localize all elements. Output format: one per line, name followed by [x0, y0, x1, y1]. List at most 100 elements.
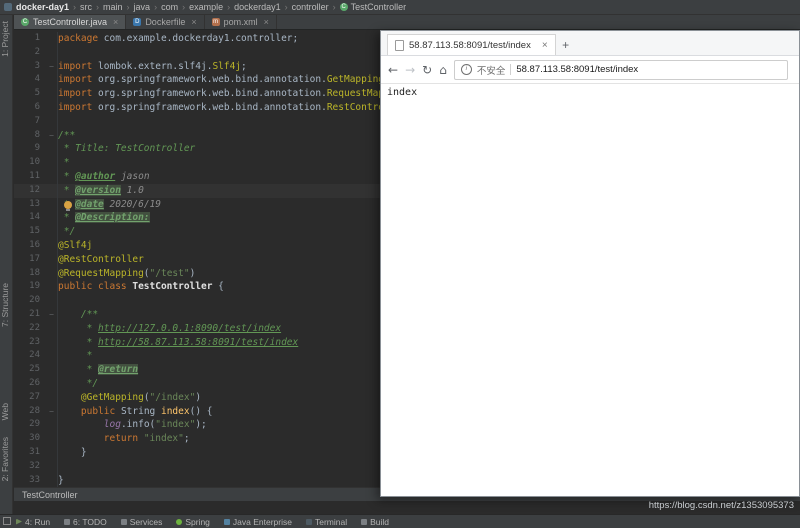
- line-number[interactable]: 22: [14, 322, 46, 336]
- browser-tab[interactable]: 58.87.113.58:8091/test/index ×: [387, 34, 556, 55]
- line-number[interactable]: 10: [14, 156, 46, 170]
- fold-marker: [46, 225, 58, 239]
- intention-bulb-icon[interactable]: [64, 201, 72, 211]
- security-label: 不安全: [476, 65, 506, 77]
- url-text[interactable]: 58.87.113.58:8091/test/index: [516, 64, 638, 75]
- line-number[interactable]: 20: [14, 294, 46, 308]
- terminal-icon: [305, 518, 312, 525]
- line-number[interactable]: 31: [14, 446, 46, 460]
- home-icon[interactable]: ⌂: [439, 64, 447, 76]
- fold-marker: [46, 32, 58, 46]
- tab-close-icon[interactable]: ×: [191, 17, 196, 27]
- line-number[interactable]: 30: [14, 432, 46, 446]
- fold-marker[interactable]: −: [46, 307, 58, 322]
- status-item[interactable]: 4: Run: [16, 517, 50, 527]
- line-number[interactable]: 6: [14, 101, 46, 115]
- status-item[interactable]: Java Enterprise: [223, 517, 292, 527]
- breadcrumb-label: docker-day1: [16, 2, 70, 12]
- line-number[interactable]: 24: [14, 349, 46, 363]
- breadcrumb-item[interactable]: C TestController: [339, 2, 406, 12]
- line-number[interactable]: 29: [14, 418, 46, 432]
- line-number[interactable]: 5: [14, 87, 46, 101]
- editor-tab[interactable]: C TestController.java ×: [14, 15, 127, 29]
- fold-marker: [46, 280, 58, 295]
- editor-breadcrumb-item[interactable]: TestController: [22, 490, 78, 500]
- address-separator: [510, 64, 512, 75]
- line-number[interactable]: 13: [14, 198, 46, 212]
- line-number[interactable]: 15: [14, 225, 46, 239]
- tab-close-icon[interactable]: ×: [113, 17, 118, 27]
- line-number[interactable]: 19: [14, 280, 46, 294]
- tab-close-icon[interactable]: ×: [264, 17, 269, 27]
- breadcrumb-separator: ›: [126, 2, 130, 12]
- fold-marker: [46, 432, 58, 446]
- line-number[interactable]: 27: [14, 391, 46, 405]
- breadcrumb-item[interactable]: dockerday1: [234, 2, 281, 12]
- line-number[interactable]: 8: [14, 129, 46, 143]
- status-item[interactable]: Build: [361, 517, 389, 527]
- breadcrumb-label: src: [80, 2, 93, 12]
- address-bar[interactable]: i 不安全 58.87.113.58:8091/test/index: [453, 59, 788, 80]
- forward-icon: →: [405, 62, 416, 77]
- editor-tab[interactable]: m pom.xml ×: [205, 15, 277, 29]
- breadcrumb-separator: ›: [154, 2, 158, 12]
- toolwindow-favorites[interactable]: 2: Favorites: [0, 437, 13, 481]
- breadcrumb-item[interactable]: src: [80, 2, 92, 12]
- editor-tab-bar: C TestController.java × D Dockerfile × m pom.xm…: [14, 15, 800, 30]
- browser-window: 58.87.113.58:8091/test/index × + ← → ↻ ⌂…: [380, 30, 800, 497]
- line-number[interactable]: 7: [14, 115, 46, 129]
- toolwindow-project[interactable]: 1: Project: [0, 21, 13, 57]
- line-number[interactable]: 3: [14, 60, 46, 74]
- status-item[interactable]: Services: [120, 517, 162, 527]
- line-number[interactable]: 17: [14, 253, 46, 267]
- line-number[interactable]: 28: [14, 405, 46, 419]
- toolwindow-structure[interactable]: 7: Structure: [0, 283, 13, 327]
- fold-marker[interactable]: −: [46, 128, 58, 143]
- line-number[interactable]: 33: [14, 474, 46, 488]
- spring-icon: [176, 518, 183, 525]
- class-icon: C: [21, 18, 29, 26]
- breadcrumb-item[interactable]: main: [103, 2, 123, 12]
- breadcrumb-item[interactable]: docker-day1: [16, 2, 69, 12]
- line-number[interactable]: 32: [14, 460, 46, 474]
- screen: docker-day1 › src › main › java › com › example › do…: [0, 0, 800, 528]
- browser-tab-strip: 58.87.113.58:8091/test/index × +: [381, 31, 799, 56]
- fold-marker: [46, 87, 58, 101]
- status-item[interactable]: Spring: [176, 517, 210, 527]
- breadcrumb-item[interactable]: example: [189, 2, 223, 12]
- breadcrumb-item[interactable]: controller: [292, 2, 329, 12]
- editor-tab[interactable]: D Dockerfile ×: [126, 15, 205, 29]
- line-number[interactable]: 16: [14, 239, 46, 253]
- info-icon[interactable]: i: [460, 64, 472, 75]
- line-number[interactable]: 21: [14, 308, 46, 322]
- breadcrumb-separator: ›: [332, 2, 336, 12]
- fold-marker[interactable]: −: [46, 59, 58, 74]
- line-number[interactable]: 9: [14, 142, 46, 156]
- tab-label: pom.xml: [223, 17, 258, 27]
- line-number[interactable]: 1: [14, 32, 46, 46]
- line-number[interactable]: 26: [14, 377, 46, 391]
- toolwindow-web[interactable]: Web: [0, 403, 13, 420]
- toolwindow-switcher-icon[interactable]: [3, 517, 11, 525]
- new-tab-button[interactable]: +: [556, 34, 576, 55]
- tab-close-icon[interactable]: ×: [542, 40, 548, 51]
- line-number[interactable]: 18: [14, 267, 46, 281]
- refresh-icon[interactable]: ↻: [422, 64, 432, 76]
- line-number[interactable]: 4: [14, 73, 46, 87]
- fold-marker: [46, 390, 58, 405]
- breadcrumb-item[interactable]: com: [161, 2, 178, 12]
- fold-marker[interactable]: −: [46, 404, 58, 419]
- breadcrumb-item[interactable]: java: [134, 2, 151, 12]
- line-number[interactable]: 12: [14, 184, 46, 198]
- back-icon[interactable]: ←: [388, 64, 398, 76]
- line-number[interactable]: 23: [14, 336, 46, 350]
- breadcrumb-separator: ›: [96, 2, 100, 12]
- line-number[interactable]: 2: [14, 46, 46, 60]
- status-item[interactable]: Terminal: [305, 517, 347, 527]
- line-number[interactable]: 14: [14, 211, 46, 225]
- line-number[interactable]: 11: [14, 170, 46, 184]
- status-item[interactable]: 6: TODO: [64, 517, 107, 527]
- fold-marker: [46, 142, 58, 157]
- line-number[interactable]: 25: [14, 363, 46, 377]
- class-icon: C: [339, 3, 348, 11]
